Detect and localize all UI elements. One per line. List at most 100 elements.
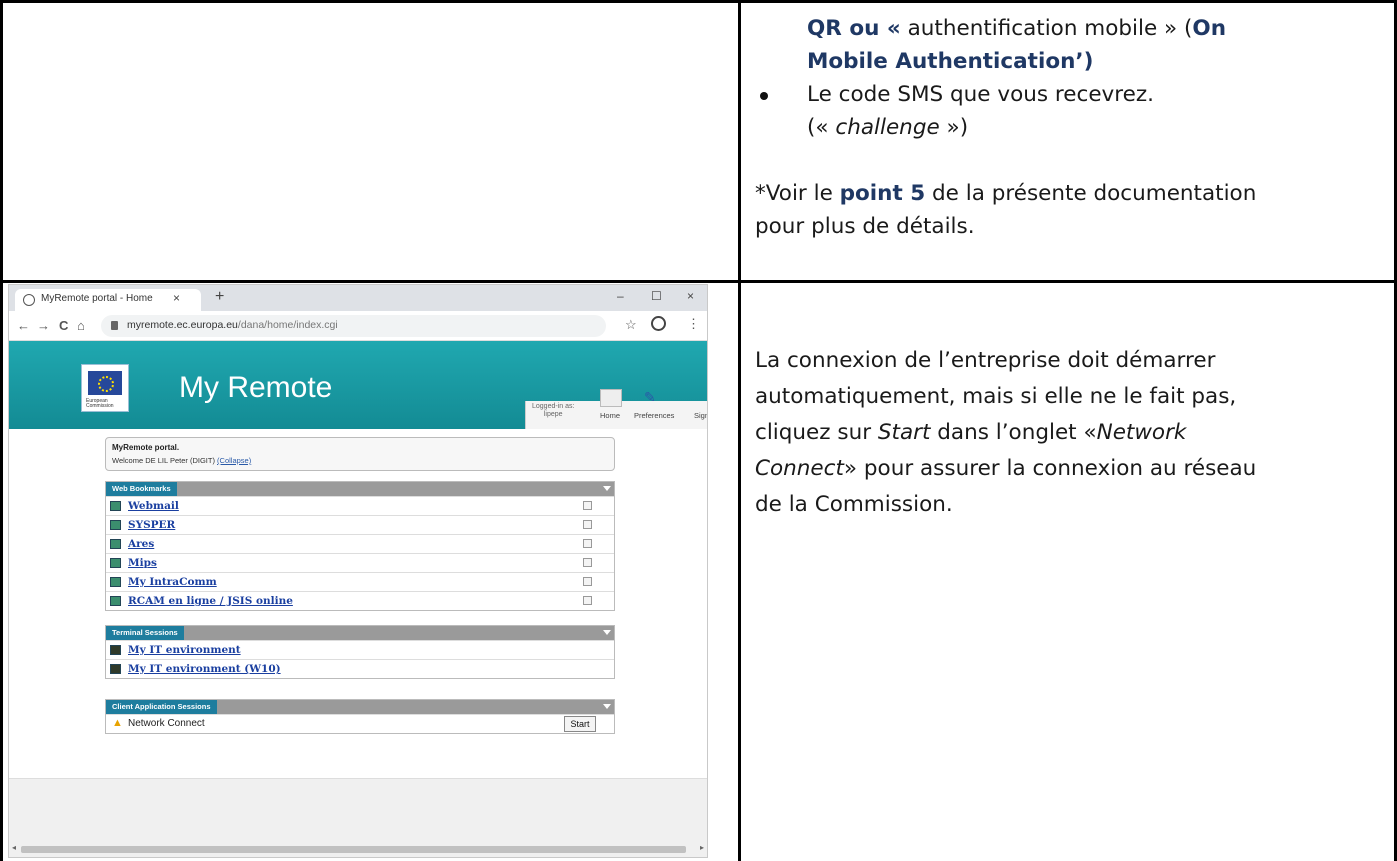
tab-title: MyRemote portal - Home [41,293,153,304]
menu-icon[interactable]: ⋮ [687,316,700,332]
bookmark-row[interactable]: Webmail [106,496,614,515]
scroll-right-icon[interactable]: ▸ [700,843,704,852]
auth-line-1: QR ou « authentification mobile » (On [755,12,1385,45]
note-mid: de la présente documentation [925,181,1257,206]
address-bar: ← → C ⌂ myremote.ec.europa.eu/dana/home/… [9,311,707,341]
browser-screenshot: MyRemote portal - Home × + – ☐ × ← → C ⌂… [8,284,708,858]
terminal-row[interactable]: My IT environment [106,640,614,659]
minimize-icon[interactable]: – [617,289,624,303]
start-button[interactable]: Start [564,716,596,732]
bullet-prefix: (« [807,115,836,140]
auth-bold-mobile: Mobile Authentication’) [807,49,1094,74]
window-close-icon[interactable]: × [687,289,694,303]
instr-italic-start: Start [877,420,931,445]
client-app-row: ▲ Network Connect Start [106,714,614,733]
bottom-right-cell: La connexion de l’entreprise doit démarr… [755,343,1385,643]
bookmark-row[interactable]: SYSPER [106,515,614,534]
eu-logo: European Commission [81,364,129,412]
network-connect-label: Network Connect [128,718,205,729]
portal-welcome: Welcome DE LIL Peter (DIGIT) (Collapse) [112,456,251,465]
bullet-suffix: ») [939,115,969,140]
preferences-icon[interactable]: ✎ [644,389,656,406]
note-prefix: *Voir le [755,181,840,206]
bookmark-row[interactable]: My IntraComm [106,572,614,591]
section-header: Client Application Sessions [106,700,614,714]
home-icon[interactable]: ⌂ [77,318,85,333]
note-bold: point 5 [839,181,926,206]
section-header: Web Bookmarks [106,482,614,496]
bookmark-link[interactable]: SYSPER [128,519,175,531]
new-tab-icon[interactable]: + [215,288,224,306]
reload-icon[interactable]: C [59,318,68,333]
forward-icon[interactable]: → [37,318,50,333]
browser-tab-bar: MyRemote portal - Home × + – ☐ × [9,285,707,311]
chevron-down-icon[interactable] [603,704,611,709]
bookmark-row[interactable]: Mips [106,553,614,572]
url-path: /dana/home/index.cgi [237,319,338,331]
popout-icon[interactable] [583,577,592,586]
terminal-link[interactable]: My IT environment [128,644,241,656]
lock-icon [111,321,118,330]
bookmark-link[interactable]: Webmail [128,500,179,512]
back-icon[interactable]: ← [17,318,30,333]
note-line-1: *Voir le point 5 de la présente document… [755,177,1385,210]
bullet-text-line1: Le code SMS que vous recevrez. [807,82,1154,107]
terminal-link[interactable]: My IT environment (W10) [128,663,281,675]
popout-icon[interactable] [583,596,592,605]
web-icon [110,539,121,549]
table-left-border [0,0,3,861]
scroll-left-icon[interactable]: ◂ [12,843,16,852]
terminal-sessions-section: Terminal Sessions My IT environment My I… [105,625,615,679]
horizontal-scrollbar[interactable]: ◂ ▸ [9,842,707,857]
url-field[interactable]: myremote.ec.europa.eu/dana/home/index.cg… [101,315,606,337]
instr-prefix: cliquez sur [755,420,878,445]
bookmark-row[interactable]: RCAM en ligne / JSIS online [106,591,614,610]
bookmark-link[interactable]: My IntraComm [128,576,217,588]
browser-tab[interactable]: MyRemote portal - Home × [15,289,201,311]
chevron-down-icon[interactable] [603,486,611,491]
popout-icon[interactable] [583,520,592,529]
web-icon [110,520,121,530]
eu-flag-icon [88,371,122,395]
bookmark-star-icon[interactable]: ☆ [625,317,637,333]
auth-regular-text: authentification mobile » ( [900,16,1193,41]
section-header: Terminal Sessions [106,626,614,640]
bullet-item: Le code SMS que vous recevrez. (« challe… [755,78,1385,144]
instruction-line-4: Connect» pour assurer la connexion au ré… [755,451,1385,487]
table-column-divider [738,0,741,861]
maximize-icon[interactable]: ☐ [651,289,662,303]
instr-suffix: » pour assurer la connexion au réseau [843,456,1257,481]
chevron-down-icon[interactable] [603,630,611,635]
preferences-label[interactable]: Preferences [634,411,674,420]
collapse-link[interactable]: (Collapse) [217,456,251,465]
site-header: European Commission My Remote Logged-in … [9,341,707,429]
tab-close-icon[interactable]: × [173,291,180,305]
popout-icon[interactable] [583,558,592,567]
bullet-text-line2: (« challenge ») [807,111,1385,144]
bookmark-link[interactable]: Ares [128,538,154,550]
home-nav-label[interactable]: Home [600,411,620,420]
bookmark-row[interactable]: Ares [106,534,614,553]
instr-mid: dans l’onglet « [930,420,1097,445]
web-icon [110,558,121,568]
bookmark-link[interactable]: RCAM en ligne / JSIS online [128,595,293,607]
terminal-icon [110,664,121,674]
table-row-divider [0,280,1397,283]
web-icon [110,501,121,511]
terminal-row[interactable]: My IT environment (W10) [106,659,614,678]
auth-bold-qr: QR ou « [807,16,901,41]
auth-line-2: Mobile Authentication’) [755,45,1385,78]
home-nav-icon[interactable] [600,389,622,407]
popout-icon[interactable] [583,539,592,548]
instruction-line-1: La connexion de l’entreprise doit démarr… [755,348,1216,373]
bookmark-link[interactable]: Mips [128,557,157,569]
sign-out-label[interactable]: Sign [694,411,707,420]
terminal-sessions-title: Terminal Sessions [106,626,184,640]
scrollbar-thumb[interactable] [21,846,686,853]
terminal-icon [110,645,121,655]
popout-icon[interactable] [583,501,592,510]
portal-title: MyRemote portal. [112,443,180,452]
account-icon[interactable] [651,316,666,331]
header-toolbar: Logged-in as: lipepe Home ✎ Preferences S… [525,389,707,429]
